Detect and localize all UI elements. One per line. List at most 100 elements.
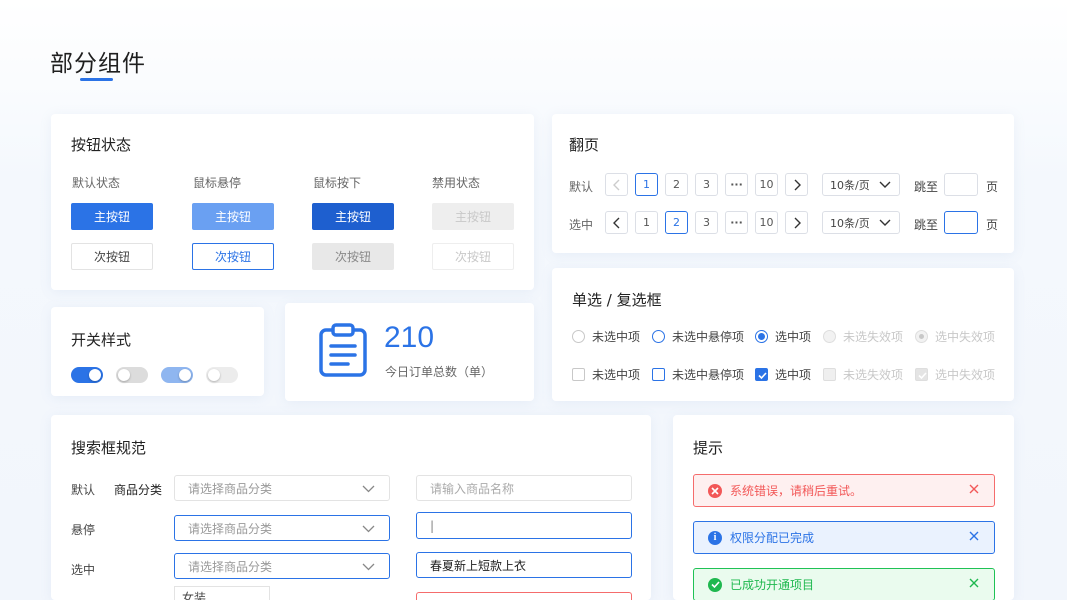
success-alert: 已成功开通项目 xyxy=(693,568,995,600)
close-icon[interactable] xyxy=(968,577,980,592)
alert-card: 提示 系统错误，请稍后重试。 i 权限分配已完成 已成功开通项目 xyxy=(673,415,1014,600)
page-size-select[interactable]: 10条/页 xyxy=(822,173,900,196)
category-select-placeholder: 请选择商品分类 xyxy=(188,481,273,496)
order-stat-card: 210 今日订单总数（单） xyxy=(285,303,534,401)
info-alert: i 权限分配已完成 xyxy=(693,521,995,554)
product-name-input-default[interactable]: 请输入商品名称 xyxy=(416,475,632,501)
error-icon xyxy=(708,483,722,498)
close-icon[interactable] xyxy=(968,483,980,498)
page-2[interactable]: 2 xyxy=(665,173,688,196)
switch-off[interactable] xyxy=(116,367,148,383)
product-name-input-hover[interactable]: | xyxy=(416,512,632,539)
category-select-placeholder: 请选择商品分类 xyxy=(188,559,273,574)
state-label-pressed: 鼠标按下 xyxy=(313,176,362,190)
next-page-button[interactable] xyxy=(785,173,808,196)
page-ellipsis[interactable]: ··· xyxy=(725,211,748,234)
error-alert: 系统错误，请稍后重试。 xyxy=(693,474,995,507)
info-icon: i xyxy=(708,530,722,545)
page-ellipsis[interactable]: ··· xyxy=(725,173,748,196)
next-page-button[interactable] xyxy=(785,211,808,234)
checkbox-checked[interactable]: 选中项 xyxy=(755,366,811,383)
secondary-button-pressed[interactable]: 次按钮 xyxy=(312,243,394,270)
search-row-label-default: 默认 xyxy=(71,483,96,497)
search-card-title: 搜索框规范 xyxy=(71,439,147,457)
buttons-card: 按钮状态 默认状态 鼠标悬停 鼠标按下 禁用状态 主按钮 主按钮 主按钮 主按钮… xyxy=(51,114,534,290)
page-10[interactable]: 10 xyxy=(755,173,778,196)
buttons-card-title: 按钮状态 xyxy=(71,136,132,154)
primary-button-disabled: 主按钮 xyxy=(432,203,514,230)
page-size-value: 10条/页 xyxy=(830,216,870,230)
page-3[interactable]: 3 xyxy=(695,173,718,196)
category-field-label: 商品分类 xyxy=(114,483,163,497)
dropdown-option[interactable]: 女装 xyxy=(175,587,269,600)
pager-row-label-default: 默认 xyxy=(569,180,594,194)
secondary-button-default[interactable]: 次按钮 xyxy=(71,243,153,270)
category-select-default[interactable]: 请选择商品分类 xyxy=(174,475,390,501)
prev-page-button[interactable] xyxy=(605,211,628,234)
choice-card: 单选 / 复选框 未选中项 未选中悬停项 选中项 未选失效项 选中失效项 未选中… xyxy=(552,268,1014,401)
success-alert-text: 已成功开通项目 xyxy=(730,578,815,592)
page-1[interactable]: 1 xyxy=(635,173,658,196)
checkbox-checked-disabled: 选中失效项 xyxy=(915,366,995,383)
page-1[interactable]: 1 xyxy=(635,211,658,234)
jump-label: 跳至 xyxy=(914,180,939,194)
chevron-down-icon xyxy=(362,560,375,576)
prev-page-button[interactable] xyxy=(605,173,628,196)
radio-label: 选中失效项 xyxy=(935,330,996,344)
radio-unchecked-hover[interactable]: 未选中悬停项 xyxy=(652,328,744,345)
check-circle-icon xyxy=(708,577,722,592)
checkbox-unchecked[interactable]: 未选中项 xyxy=(572,366,640,383)
state-label-default: 默认状态 xyxy=(72,176,121,190)
pager-card-title: 翻页 xyxy=(569,136,600,154)
info-alert-text: 权限分配已完成 xyxy=(730,531,815,545)
primary-button-pressed[interactable]: 主按钮 xyxy=(312,203,394,230)
checkbox-label: 选中项 xyxy=(775,368,812,382)
product-name-input-filled[interactable]: 春夏新上短款上衣 xyxy=(416,552,632,578)
search-row-label-selected: 选中 xyxy=(71,563,96,577)
radio-label: 未选中项 xyxy=(592,330,641,344)
primary-button-default[interactable]: 主按钮 xyxy=(71,203,153,230)
search-card: 搜索框规范 默认 商品分类 请选择商品分类 请输入商品名称 悬停 请选择商品分类… xyxy=(51,415,651,600)
page-size-select[interactable]: 10条/页 xyxy=(822,211,900,234)
page-size-value: 10条/页 xyxy=(830,178,870,192)
chevron-down-icon xyxy=(362,522,375,538)
page-unit-label: 页 xyxy=(986,218,999,232)
page-3[interactable]: 3 xyxy=(695,211,718,234)
radio-checked[interactable]: 选中项 xyxy=(755,328,811,345)
switch-card: 开关样式 xyxy=(51,307,264,396)
checkbox-disabled: 未选失效项 xyxy=(823,366,903,383)
primary-button-hover[interactable]: 主按钮 xyxy=(192,203,274,230)
search-row-label-hover: 悬停 xyxy=(71,523,96,537)
secondary-button-disabled: 次按钮 xyxy=(432,243,514,270)
secondary-button-hover[interactable]: 次按钮 xyxy=(192,243,274,270)
choice-card-title: 单选 / 复选框 xyxy=(572,291,662,309)
radio-label: 未选失效项 xyxy=(843,330,904,344)
close-icon[interactable] xyxy=(968,530,980,545)
switch-on[interactable] xyxy=(71,367,103,383)
jump-page-input[interactable] xyxy=(944,173,978,196)
radio-disabled: 未选失效项 xyxy=(823,328,903,345)
error-alert-text: 系统错误，请稍后重试。 xyxy=(730,484,863,498)
page-10[interactable]: 10 xyxy=(755,211,778,234)
page-2[interactable]: 2 xyxy=(665,211,688,234)
alert-card-title: 提示 xyxy=(693,439,724,457)
radio-label: 未选中悬停项 xyxy=(672,330,745,344)
checkbox-label: 未选失效项 xyxy=(843,368,904,382)
category-select-hover[interactable]: 请选择商品分类 xyxy=(174,515,390,541)
checkbox-label: 未选中悬停项 xyxy=(672,368,745,382)
page-title: 部分组件 xyxy=(50,51,146,77)
pager-card: 翻页 默认 1 2 3 ··· 10 10条/页 跳至 页 选中 1 2 3 ·… xyxy=(552,114,1014,253)
order-count-label: 今日订单总数（单） xyxy=(385,365,494,379)
checkbox-unchecked-hover[interactable]: 未选中悬停项 xyxy=(652,366,744,383)
chevron-down-icon xyxy=(879,216,891,231)
category-select-placeholder: 请选择商品分类 xyxy=(188,521,273,536)
checkbox-label: 未选中项 xyxy=(592,368,641,382)
jump-page-input[interactable] xyxy=(944,211,978,234)
product-name-input-error[interactable] xyxy=(416,592,632,600)
category-select-open[interactable]: 请选择商品分类 xyxy=(174,553,390,579)
page-unit-label: 页 xyxy=(986,180,999,194)
radio-unchecked[interactable]: 未选中项 xyxy=(572,328,640,345)
clipboard-icon xyxy=(318,322,368,381)
checkbox-label: 选中失效项 xyxy=(935,368,996,382)
state-label-hover: 鼠标悬停 xyxy=(193,176,242,190)
